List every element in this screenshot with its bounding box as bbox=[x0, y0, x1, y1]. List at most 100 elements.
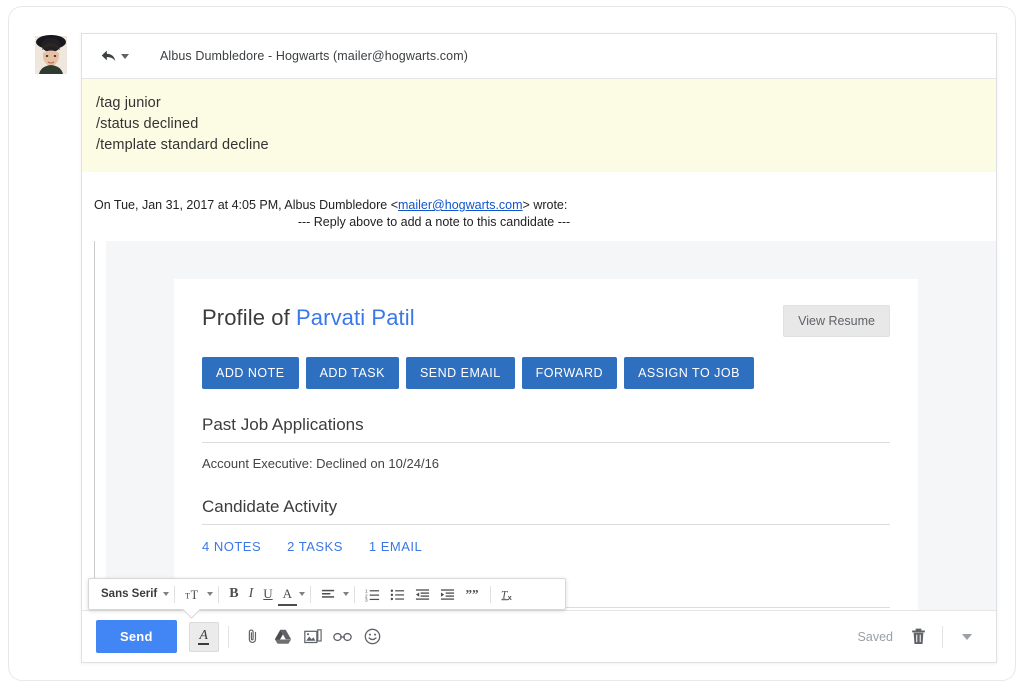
font-size-chevron-down-icon[interactable] bbox=[207, 592, 214, 596]
profile-header-row: Profile of Parvati Patil View Resume bbox=[202, 305, 890, 337]
google-drive-icon bbox=[274, 629, 291, 644]
quote-attribution-suffix: > wrote: bbox=[522, 198, 568, 212]
insert-emoji-button[interactable] bbox=[358, 622, 388, 652]
numbered-list-button[interactable]: 1 2 3 bbox=[360, 582, 385, 606]
indent-less-button[interactable] bbox=[410, 582, 435, 606]
insert-drive-button[interactable] bbox=[268, 622, 298, 652]
add-task-button[interactable]: ADD TASK bbox=[305, 357, 399, 389]
quote-attribution-prefix: On Tue, Jan 31, 2017 at 4:05 PM, Albus D… bbox=[94, 198, 399, 212]
indent-more-icon bbox=[440, 588, 455, 600]
send-bar: Send A Saved bbox=[82, 610, 996, 662]
command-block[interactable]: /tag junior /status declined /template s… bbox=[82, 79, 996, 172]
toolbar-divider bbox=[174, 585, 176, 603]
command-line-status: /status declined bbox=[96, 116, 199, 132]
reply-type-control[interactable] bbox=[98, 47, 132, 65]
svg-text:x: x bbox=[508, 593, 513, 602]
attach-files-button[interactable] bbox=[238, 622, 268, 652]
toolbar-divider bbox=[354, 585, 356, 603]
quote-button[interactable]: ” ” bbox=[460, 582, 485, 606]
profile-card: Profile of Parvati Patil View Resume ADD… bbox=[174, 279, 918, 610]
email-canvas: Profile of Parvati Patil View Resume ADD… bbox=[106, 241, 996, 610]
block-quote-icon: ” ” bbox=[466, 587, 479, 601]
activity-link-tasks[interactable]: 2 TASKS bbox=[287, 539, 343, 554]
font-size-icon: T T bbox=[185, 588, 199, 602]
svg-text:T: T bbox=[185, 590, 190, 600]
numbered-list-icon: 1 2 3 bbox=[365, 588, 380, 602]
indent-less-icon bbox=[415, 588, 430, 600]
svg-text:3: 3 bbox=[365, 597, 368, 601]
chevron-down-icon bbox=[962, 633, 972, 640]
send-bar-divider bbox=[942, 625, 943, 648]
bulleted-list-icon bbox=[390, 589, 405, 600]
bulleted-list-button[interactable] bbox=[385, 582, 410, 606]
italic-button[interactable]: I bbox=[244, 582, 259, 606]
profile-action-row: ADD NOTE ADD TASK SEND EMAIL FORWARD ASS… bbox=[202, 357, 890, 389]
add-note-button[interactable]: ADD NOTE bbox=[202, 357, 299, 389]
recipient-line: Albus Dumbledore - Hogwarts (mailer@hogw… bbox=[160, 49, 468, 63]
candidate-activity-heading: Candidate Activity bbox=[202, 497, 890, 525]
candidate-name: Parvati Patil bbox=[296, 305, 415, 330]
font-family-select[interactable]: Sans Serif bbox=[95, 582, 161, 606]
text-color-chevron-down-icon[interactable] bbox=[299, 592, 306, 596]
assign-to-job-button[interactable]: ASSIGN TO JOB bbox=[624, 357, 754, 389]
font-family-label: Sans Serif bbox=[101, 588, 158, 600]
compose-body[interactable]: /tag junior /status declined /template s… bbox=[82, 79, 996, 610]
indent-more-button[interactable] bbox=[435, 582, 460, 606]
send-email-button[interactable]: SEND EMAIL bbox=[405, 357, 515, 389]
past-job-applications-heading: Past Job Applications bbox=[202, 415, 890, 443]
activity-link-emails[interactable]: 1 EMAIL bbox=[369, 539, 422, 554]
chevron-down-icon bbox=[121, 53, 129, 59]
command-line-tag: /tag junior bbox=[96, 95, 161, 111]
profile-title-prefix: Profile of bbox=[202, 305, 297, 330]
text-color-button[interactable]: A bbox=[277, 582, 298, 606]
quote-attribution: On Tue, Jan 31, 2017 at 4:05 PM, Albus D… bbox=[82, 172, 996, 212]
insert-photo-button[interactable] bbox=[298, 622, 328, 652]
trash-icon bbox=[911, 628, 925, 644]
quoted-region: Profile of Parvati Patil View Resume ADD… bbox=[94, 241, 996, 610]
toolbar-divider bbox=[218, 585, 220, 603]
page-title: Profile of Parvati Patil bbox=[202, 305, 415, 331]
view-resume-button[interactable]: View Resume bbox=[783, 305, 890, 337]
underline-button[interactable]: U bbox=[258, 582, 277, 606]
svg-text:”: ” bbox=[472, 587, 479, 601]
toolbar-divider bbox=[310, 585, 312, 603]
emoji-icon bbox=[364, 628, 381, 645]
activity-link-notes[interactable]: 4 NOTES bbox=[202, 539, 261, 554]
draft-status-label: Saved bbox=[857, 629, 893, 644]
formatting-options-icon: A bbox=[198, 627, 209, 645]
reply-arrow-icon bbox=[101, 50, 116, 62]
send-bar-right-group: Saved bbox=[858, 622, 982, 652]
compose-header: Albus Dumbledore - Hogwarts (mailer@hogw… bbox=[82, 34, 996, 79]
formatting-toolbar: Sans Serif T T B I U A 1 2 3 ” ” T x bbox=[88, 578, 566, 610]
remove-formatting-button[interactable]: T x bbox=[496, 582, 521, 606]
remove-formatting-icon: T x bbox=[501, 589, 513, 602]
svg-text:T: T bbox=[191, 588, 199, 602]
forward-button[interactable]: FORWARD bbox=[521, 357, 618, 389]
align-button[interactable] bbox=[316, 582, 341, 606]
chevron-down-icon[interactable] bbox=[163, 592, 170, 596]
sender-email-link[interactable]: mailer@hogwarts.com bbox=[398, 198, 523, 212]
reply-above-hint: --- Reply above to add a note to this ca… bbox=[297, 215, 571, 229]
align-chevron-down-icon[interactable] bbox=[343, 592, 350, 596]
page-shell: Albus Dumbledore - Hogwarts (mailer@hogw… bbox=[8, 6, 1016, 681]
insert-link-icon bbox=[333, 632, 352, 641]
formatting-options-button[interactable]: A bbox=[188, 621, 219, 652]
insert-photo-icon bbox=[303, 628, 322, 643]
candidate-activity-links: 4 NOTES 2 TASKS 1 EMAIL bbox=[202, 539, 890, 554]
past-job-application-entry: Account Executive: Declined on 10/24/16 bbox=[202, 456, 440, 471]
avatar-photo-icon bbox=[31, 33, 71, 77]
command-line-template: /template standard decline bbox=[96, 137, 269, 153]
paperclip-icon bbox=[248, 629, 257, 643]
bold-button[interactable]: B bbox=[224, 582, 243, 606]
compose-window: Albus Dumbledore - Hogwarts (mailer@hogw… bbox=[81, 33, 997, 663]
avatar bbox=[31, 33, 71, 77]
svg-text:”: ” bbox=[466, 587, 473, 601]
discard-draft-button[interactable] bbox=[903, 622, 933, 652]
send-bar-divider bbox=[227, 625, 229, 648]
insert-link-button[interactable] bbox=[328, 622, 358, 652]
font-size-button[interactable]: T T bbox=[180, 582, 205, 606]
align-left-icon bbox=[321, 589, 335, 598]
more-options-button[interactable] bbox=[952, 622, 982, 652]
toolbar-divider bbox=[490, 585, 492, 603]
send-button[interactable]: Send bbox=[96, 620, 177, 653]
